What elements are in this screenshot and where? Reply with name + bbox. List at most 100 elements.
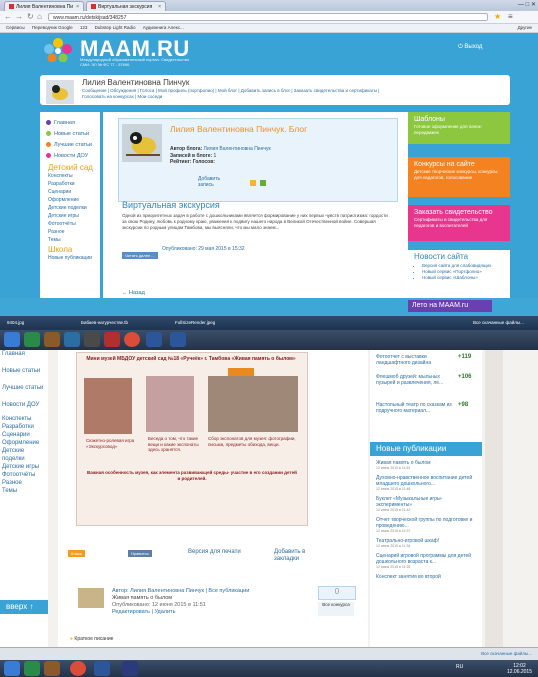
window-controls[interactable]: — □ ✕ [518,1,536,8]
folder-icon[interactable] [44,332,60,347]
sidebar-item[interactable]: Темы [2,487,48,495]
scroll-up-button[interactable]: вверх ↑ [0,600,48,614]
sidebar-item-news[interactable]: Новости ДОУ [46,151,92,162]
tab-close-icon[interactable]: × [158,2,161,11]
sidebar-item[interactable]: Сценарии [2,431,48,439]
add-bookmark-link[interactable]: Добавить в закладки [274,549,314,563]
sidebar-subitem[interactable]: Сценарии [48,188,93,196]
sidebar-item-new[interactable]: Новые статьи [46,129,92,140]
article-title[interactable]: Виртуальная экскурсия [122,200,220,210]
word-icon[interactable] [146,332,162,347]
list-item[interactable]: Конспект занятия во второй [376,574,476,580]
list-item[interactable]: Сценарий игровой программы для детей дош… [376,553,476,569]
app-icon[interactable] [84,332,100,347]
bookmark-item[interactable]: Сервисы [6,25,25,30]
sidebar-subitem[interactable]: Фотоотчёты [48,220,93,228]
sidebar-item[interactable]: Фотоотчёты [2,471,48,479]
sidebar-item[interactable]: Главная [2,350,48,358]
forward-icon[interactable]: → [15,12,23,21]
sidebar-item[interactable]: Лучшие статьи [2,384,48,392]
add-post-link[interactable]: Добавить запись [198,176,228,188]
sidebar-item[interactable]: Новые статьи [2,367,48,375]
sidebar-subitem[interactable]: Новые публикации [48,254,93,262]
bookmark-item[interactable]: Аудиокнига Алекс... [143,25,184,30]
maam-logo-icon[interactable] [44,38,72,62]
sidebar-item[interactable]: Разработки [2,423,48,431]
hot-item[interactable]: Флешмоб друзей: мыльных пузырей и развле… [376,374,472,386]
tab-article[interactable]: Виртуальная экскурсия × [86,1,166,11]
photoshop-icon[interactable] [122,661,138,676]
sidebar-subitem[interactable]: Детские поделки [48,204,93,212]
sidebar-subitem[interactable]: Детские игры [48,212,93,220]
templates-box[interactable]: Шаблоны Готовое оформление для папок-пер… [408,112,510,144]
sidebar-subitem[interactable]: Разное [48,228,93,236]
hot-item[interactable]: Фотоотчет с выставки ландшафтного дизайн… [376,354,471,366]
certificate-box[interactable]: Заказать свидетельство Сертификаты и сви… [408,205,510,241]
ok-class-button[interactable]: Класс [68,550,85,557]
start-icon[interactable] [4,332,20,347]
bookmark-item[interactable]: Переводчик Google [32,25,73,30]
star-icon[interactable]: ★ [494,12,501,21]
user-links[interactable]: Сообщения | Обсуждения | Голоса | Мой пр… [82,88,402,100]
sidebar-item[interactable]: Конспекты [2,415,48,423]
home-icon[interactable]: ⌂ [37,12,42,21]
bookmark-item[interactable]: 123 [80,25,88,30]
list-item[interactable]: Духовно-нравственное воспитание детей мл… [376,475,476,491]
word-icon[interactable] [170,332,186,347]
bookmark-other[interactable]: Другие [518,24,532,32]
sidebar-subitem[interactable]: Темы [48,236,93,244]
sidebar-item[interactable]: Разное [2,479,48,487]
media-icon[interactable] [64,332,80,347]
back-icon[interactable]: ← [4,12,12,21]
post-actions[interactable]: Редактировать | Удалить [112,609,249,616]
like-button[interactable]: Нравится [128,550,152,557]
contests-box[interactable]: Конкурсы на сайте Детские творческие кон… [408,157,510,197]
blog-author-link[interactable]: Лилия Валентиновна Пинчук [204,146,271,152]
download-item[interactable]: FullSizeRender.jpeg [172,318,262,328]
edit-icon[interactable] [250,180,256,186]
address-bar[interactable]: www.maam.ru/detskijsad/348257 [48,13,488,21]
list-item[interactable]: Театрально-игровой шкаф! 12 июня 2015 в 1… [376,538,476,548]
blog-title[interactable]: Лилия Валентиновна Пинчук. Блог [170,124,307,134]
avatar[interactable] [46,80,74,104]
reload-icon[interactable]: ↻ [27,12,34,21]
sidebar-subitem[interactable]: Конспекты [48,172,93,180]
language-indicator[interactable]: RU [456,664,463,670]
system-clock[interactable]: 12:02 12.06.2015 [507,663,532,675]
app-icon[interactable] [104,332,120,347]
scrollbar[interactable] [485,350,503,650]
sidebar-item-best[interactable]: Лучшие статьи [46,140,92,151]
logout-link[interactable]: ⏻ Выход [458,44,482,51]
tab-blog[interactable]: Лилия Валентиновна Пи × [4,1,84,11]
author-avatar[interactable] [78,588,104,608]
all-downloads-link[interactable]: Все скачанные файлы... [470,318,536,328]
app-icon[interactable] [24,661,40,676]
download-item[interactable]: Бабаев-нагурчестве.tb [78,318,168,328]
chrome-icon[interactable] [70,661,86,676]
back-link[interactable]: ← Назад [122,290,145,296]
contest-button[interactable]: Все конкурса [318,602,354,616]
sidebar-item[interactable]: Оформление [2,439,48,447]
sidebar-item[interactable]: Детские поделки [2,447,48,463]
chrome-icon[interactable] [124,332,140,347]
all-downloads-link[interactable]: Все скачанные файлы... [481,648,532,660]
sidebar-item-home[interactable]: Главная [46,118,92,129]
tab-close-icon[interactable]: × [76,2,79,11]
word-icon[interactable] [94,661,110,676]
download-item[interactable]: 9404.jpg [4,318,74,328]
sidebar-subitem[interactable]: Разработки [48,180,93,188]
summer-link[interactable]: Лето на MAAM.ru [408,300,492,312]
folder-icon[interactable] [44,661,60,676]
app-icon[interactable] [24,332,40,347]
author-link[interactable]: Автор: Лилия Валентиновна Пинчук | Все п… [112,588,249,595]
list-item[interactable]: Живая память о былом 12 июня 2015 в 11:51 [376,460,476,470]
menu-icon[interactable]: ≡ [508,12,513,21]
start-icon[interactable] [4,661,20,676]
bookmark-item[interactable]: Dubstep Light Radio [95,25,136,30]
hot-item[interactable]: Настольный театр по сказкам из подручног… [376,402,468,414]
sidebar-item[interactable]: Новости ДОУ [2,401,48,409]
user-name[interactable]: Лилия Валентиновна Пинчук [82,78,189,87]
sidebar-item[interactable]: Детские игры [2,463,48,471]
rss-icon[interactable] [260,180,266,186]
list-item[interactable]: Буклет «Музыкальные игры-эксперименты» 12… [376,496,476,512]
